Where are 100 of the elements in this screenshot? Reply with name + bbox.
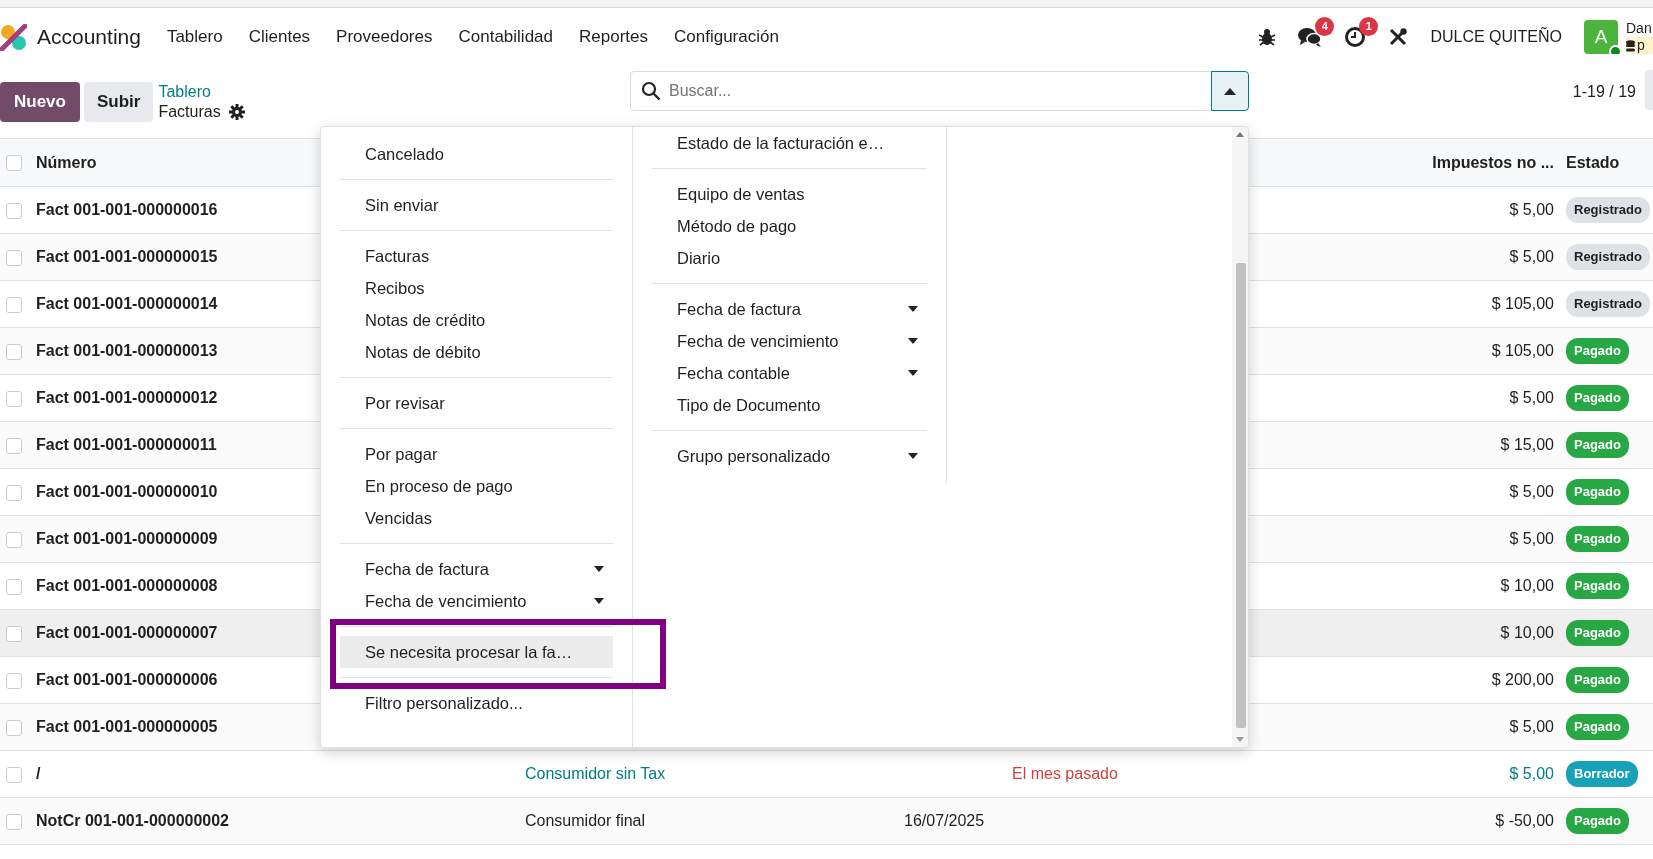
row-checkbox[interactable] xyxy=(6,672,22,689)
status-badge: Pagado xyxy=(1566,432,1629,458)
company-name[interactable]: DULCE QUITEÑO xyxy=(1430,25,1562,49)
tools-icon[interactable] xyxy=(1388,27,1409,47)
invoice-number: Fact 001-001-000000007 xyxy=(36,624,218,641)
row-checkbox[interactable] xyxy=(6,343,22,360)
avatar-letter: A xyxy=(1594,24,1608,49)
filter-option[interactable]: Diario xyxy=(652,242,927,274)
row-checkbox[interactable] xyxy=(6,202,22,219)
invoice-number: Fact 001-001-000000009 xyxy=(36,530,218,547)
filter-option[interactable]: Recibos xyxy=(340,272,613,304)
filter-option[interactable]: Filtro personalizado... xyxy=(340,687,613,719)
filter-option[interactable]: Notas de crédito xyxy=(340,304,613,336)
search-bar[interactable]: Buscar... xyxy=(630,71,1249,111)
chat-icon[interactable] xyxy=(1298,26,1323,48)
filter-option[interactable]: Fecha de factura xyxy=(652,293,927,325)
row-checkbox[interactable] xyxy=(6,296,22,313)
scrollbar-thumb[interactable] xyxy=(1236,263,1246,728)
row-checkbox[interactable] xyxy=(6,578,22,595)
filter-option[interactable]: Fecha de factura xyxy=(340,553,613,585)
select-all-checkbox[interactable] xyxy=(6,155,22,172)
invoice-number: Fact 001-001-000000013 xyxy=(36,342,218,359)
app-logo-icon[interactable] xyxy=(0,23,27,51)
user-name: Dan xyxy=(1626,20,1653,37)
table-row[interactable]: NotCr 001-001-000000002 Consumidor final 16/07/2025 $ -50,00 Pagado xyxy=(0,797,1653,845)
status-badge: Pagado xyxy=(1566,620,1629,646)
invoice-date: 16/07/2025 xyxy=(904,812,985,829)
filter-option[interactable]: Método de pago xyxy=(652,210,927,242)
caret-down-icon xyxy=(908,453,918,459)
breadcrumb-link[interactable]: Tablero xyxy=(158,82,245,102)
menu-item[interactable]: Clientes xyxy=(248,24,311,50)
gear-icon[interactable] xyxy=(228,104,245,120)
menu-item[interactable]: Proveedores xyxy=(336,24,433,50)
amount: $ 10,00 xyxy=(1500,577,1554,594)
row-checkbox[interactable] xyxy=(6,813,22,830)
caret-down-icon xyxy=(908,370,918,376)
customer-name: Consumidor final xyxy=(525,812,646,829)
caret-down-icon xyxy=(908,338,918,344)
menu-item[interactable]: Configuración xyxy=(674,24,779,50)
column-header[interactable]: Número xyxy=(36,153,97,171)
app-name: Accounting xyxy=(37,24,141,51)
due-date: El mes pasado xyxy=(1012,765,1118,782)
invoice-number: Fact 001-001-000000015 xyxy=(36,248,218,265)
filter-option[interactable]: Notas de débito xyxy=(340,336,613,368)
filter-option[interactable]: En proceso de pago xyxy=(340,470,613,502)
bug-icon[interactable] xyxy=(1258,28,1277,46)
search-toggle-button[interactable] xyxy=(1211,71,1249,111)
upload-button[interactable]: Subir xyxy=(83,82,154,122)
filter-option[interactable]: Por revisar xyxy=(340,387,613,419)
amount: $ 5,00 xyxy=(1509,201,1554,218)
table-row[interactable]: / Consumidor sin Tax El mes pasado $ 5,00 Borrador xyxy=(0,750,1653,798)
filter-option[interactable]: Grupo personalizado xyxy=(652,440,927,472)
count-badge: 4 xyxy=(1315,17,1335,36)
count-badge: 1 xyxy=(1359,17,1379,36)
status-badge: Borrador xyxy=(1566,761,1638,787)
filter-option[interactable]: Fecha de vencimiento xyxy=(340,585,613,617)
filter-option[interactable]: Tipo de Documento xyxy=(652,389,927,421)
row-checkbox[interactable] xyxy=(6,625,22,642)
filter-option[interactable]: Facturas xyxy=(340,240,613,272)
scrollbar[interactable] xyxy=(1232,127,1248,747)
filter-option[interactable]: Vencidas xyxy=(340,502,613,534)
status-badge: Pagado xyxy=(1566,479,1629,505)
filter-option[interactable]: Fecha de vencimiento xyxy=(652,325,927,357)
invoice-number: Fact 001-001-000000008 xyxy=(36,577,218,594)
status-badge: Pagado xyxy=(1566,714,1629,740)
filter-option[interactable]: Fecha contable xyxy=(652,357,927,389)
filter-option[interactable]: Equipo de ventas xyxy=(652,178,927,210)
pager-text: 1-19 / 19 xyxy=(1572,82,1636,102)
column-header[interactable]: Impuestos no ... xyxy=(1432,153,1554,171)
filter-option[interactable]: Se necesita procesar la fa… xyxy=(340,636,613,668)
filter-option[interactable]: Sin enviar xyxy=(340,189,613,221)
status-badge: Pagado xyxy=(1566,573,1629,599)
database-name: p xyxy=(1637,37,1645,54)
row-checkbox[interactable] xyxy=(6,390,22,407)
filter-option[interactable]: Cancelado xyxy=(340,138,613,170)
row-checkbox[interactable] xyxy=(6,766,22,783)
filter-option[interactable]: Estado de la facturación e… xyxy=(652,127,927,159)
row-checkbox[interactable] xyxy=(6,437,22,454)
row-checkbox[interactable] xyxy=(6,484,22,501)
status-badge: Pagado xyxy=(1566,667,1629,693)
new-button[interactable]: Nuevo xyxy=(0,82,80,122)
menu-item[interactable]: Contabilidad xyxy=(458,24,553,50)
invoice-number: Fact 001-001-000000012 xyxy=(36,389,218,406)
invoice-number: Fact 001-001-000000014 xyxy=(36,295,218,312)
menu-item[interactable]: Reportes xyxy=(579,24,648,50)
menu-item[interactable]: Tablero xyxy=(166,24,223,50)
amount: $ 200,00 xyxy=(1491,671,1554,688)
database-icon xyxy=(1626,39,1635,52)
search-field[interactable]: Buscar... xyxy=(667,78,1211,104)
invoice-number: Fact 001-001-000000011 xyxy=(36,436,217,453)
row-checkbox[interactable] xyxy=(6,249,22,266)
filter-option[interactable]: Por pagar xyxy=(340,438,613,470)
row-checkbox[interactable] xyxy=(6,531,22,548)
clock-icon[interactable] xyxy=(1344,26,1367,48)
amount: $ 105,00 xyxy=(1491,295,1554,312)
invoice-number: Fact 001-001-000000006 xyxy=(36,671,218,688)
caret-down-icon xyxy=(594,598,604,604)
row-checkbox[interactable] xyxy=(6,719,22,736)
caret-up-icon xyxy=(1224,87,1236,95)
amount: $ 5,00 xyxy=(1509,530,1554,547)
